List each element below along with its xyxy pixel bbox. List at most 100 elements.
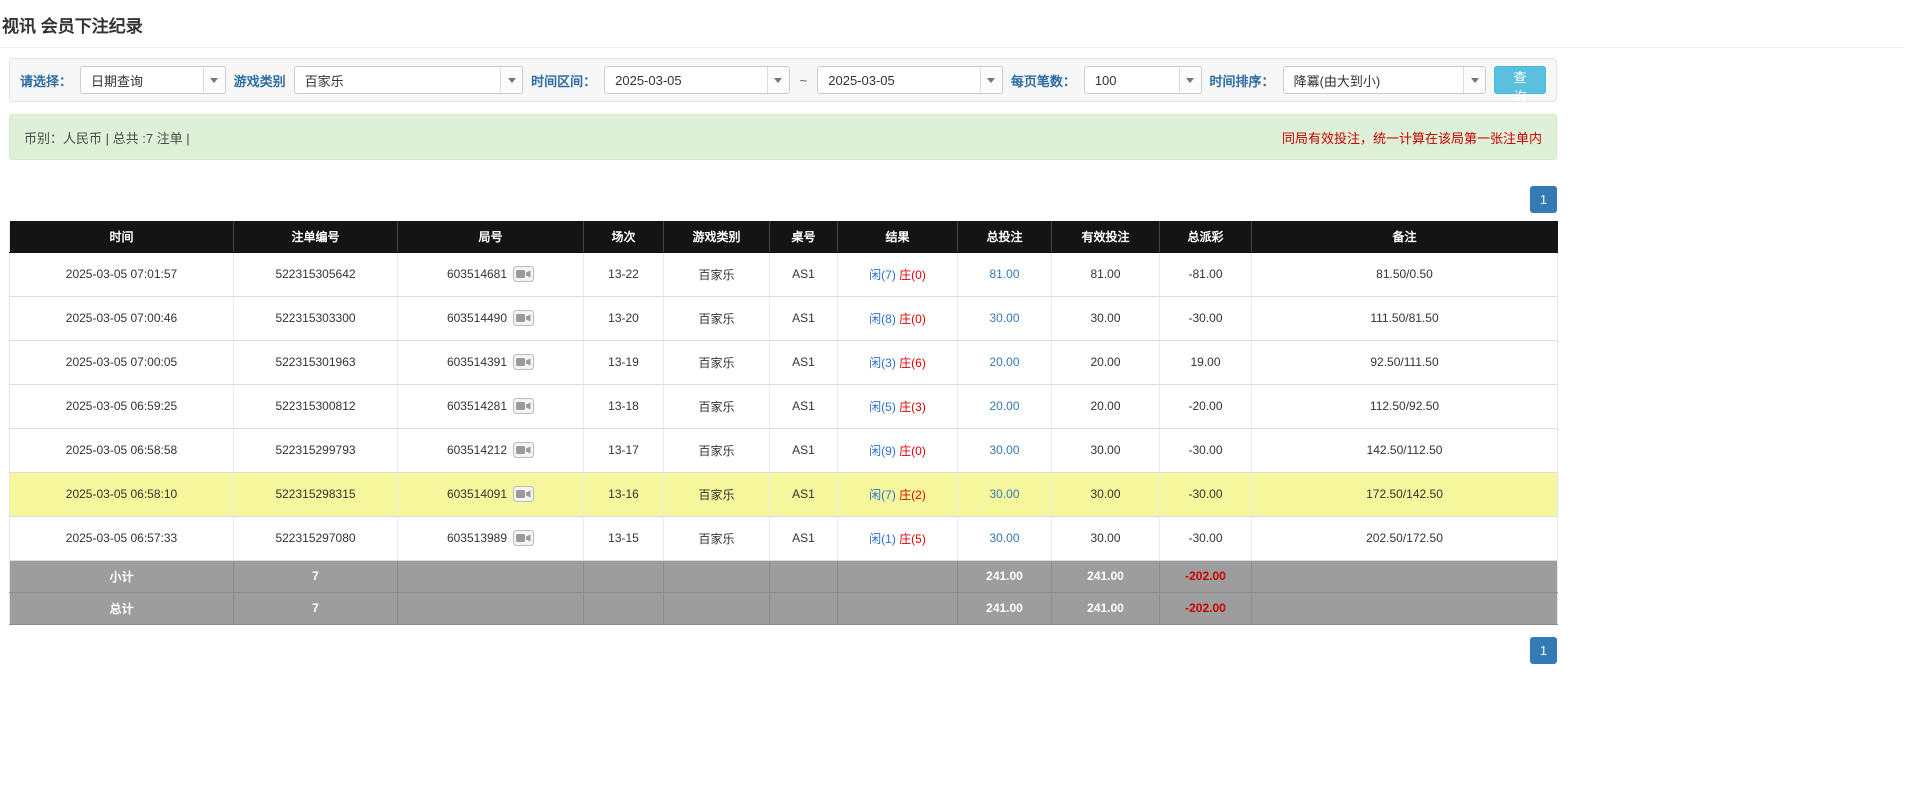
total-bet-link[interactable]: 30.00 [989, 487, 1019, 501]
page-button-1[interactable]: 1 [1530, 637, 1557, 664]
cell-round: 603514391 [398, 340, 584, 384]
total-label: 总计 [10, 592, 234, 624]
cell-total-bet: 30.00 [958, 516, 1052, 560]
cell-payout: -30.00 [1160, 516, 1252, 560]
header-result: 结果 [838, 221, 958, 252]
video-replay-icon[interactable] [513, 266, 534, 282]
cell-note: 202.50/172.50 [1252, 516, 1558, 560]
cell-session: 13-17 [584, 428, 664, 472]
game-type-select[interactable]: 百家乐 [294, 66, 523, 94]
page-size-value: 100 [1085, 67, 1179, 93]
page-button-1[interactable]: 1 [1530, 186, 1557, 213]
cell-round: 603514281 [398, 384, 584, 428]
cell-session: 13-19 [584, 340, 664, 384]
subtotal-empty [1252, 560, 1558, 592]
round-id: 603514681 [447, 267, 507, 281]
result-banker: 庄(0) [899, 268, 926, 282]
result-banker: 庄(2) [899, 488, 926, 502]
cell-game-type: 百家乐 [664, 516, 770, 560]
cell-round: 603514681 [398, 252, 584, 296]
query-type-select[interactable]: 日期查询 [80, 66, 226, 94]
cell-note: 112.50/92.50 [1252, 384, 1558, 428]
result-player: 闲(9) [869, 444, 896, 458]
total-bet-link[interactable]: 81.00 [989, 267, 1019, 281]
pagination-top: 1 [9, 186, 1557, 213]
chevron-down-icon[interactable] [1179, 67, 1201, 93]
subtotal-payout: -202.00 [1160, 560, 1252, 592]
cell-table-no: AS1 [770, 384, 838, 428]
cell-note: 172.50/142.50 [1252, 472, 1558, 516]
round-id: 603514490 [447, 311, 507, 325]
total-bet-link[interactable]: 30.00 [989, 531, 1019, 545]
result-player: 闲(7) [869, 488, 896, 502]
chevron-down-icon[interactable] [767, 67, 789, 93]
header-note: 备注 [1252, 221, 1558, 252]
total-empty [584, 592, 664, 624]
cell-payout: -30.00 [1160, 428, 1252, 472]
cell-game-type: 百家乐 [664, 428, 770, 472]
cell-table-no: AS1 [770, 340, 838, 384]
table-row[interactable]: 2025-03-05 07:01:57 522315305642 6035146… [10, 252, 1558, 296]
cell-result: 闲(7) 庄(2) [838, 472, 958, 516]
video-replay-icon[interactable] [513, 354, 534, 370]
pagination-bottom: 1 [9, 637, 1557, 664]
cell-time: 2025-03-05 07:00:05 [10, 340, 234, 384]
table-row[interactable]: 2025-03-05 07:00:05 522315301963 6035143… [10, 340, 1558, 384]
cell-valid-bet: 30.00 [1052, 428, 1160, 472]
total-bet-link[interactable]: 30.00 [989, 311, 1019, 325]
table-body: 2025-03-05 07:01:57 522315305642 6035146… [10, 252, 1558, 560]
page-size-select[interactable]: 100 [1084, 66, 1202, 94]
cell-table-no: AS1 [770, 516, 838, 560]
video-replay-icon[interactable] [513, 310, 534, 326]
chevron-down-icon[interactable] [980, 67, 1002, 93]
total-bet-link[interactable]: 30.00 [989, 443, 1019, 457]
subtotal-label: 小计 [10, 560, 234, 592]
table-row[interactable]: 2025-03-05 07:00:46 522315303300 6035144… [10, 296, 1558, 340]
total-total-bet: 241.00 [958, 592, 1052, 624]
cell-payout: -30.00 [1160, 472, 1252, 516]
video-replay-icon[interactable] [513, 486, 534, 502]
video-replay-icon[interactable] [513, 442, 534, 458]
result-player: 闲(3) [869, 356, 896, 370]
date-to-select[interactable]: 2025-03-05 [817, 66, 1003, 94]
result-player: 闲(5) [869, 400, 896, 414]
table-row[interactable]: 2025-03-05 06:58:10 522315298315 6035140… [10, 472, 1558, 516]
date-to-value: 2025-03-05 [818, 67, 980, 93]
chevron-down-icon[interactable] [500, 67, 522, 93]
cell-time: 2025-03-05 06:58:58 [10, 428, 234, 472]
date-from-select[interactable]: 2025-03-05 [604, 66, 790, 94]
video-replay-icon[interactable] [513, 530, 534, 546]
records-table: 时间 注单编号 局号 场次 游戏类别 桌号 结果 总投注 有效投注 总派彩 备注… [9, 221, 1558, 625]
table-row[interactable]: 2025-03-05 06:57:33 522315297080 6035139… [10, 516, 1558, 560]
video-replay-icon[interactable] [513, 398, 534, 414]
sort-order-select[interactable]: 降冪(由大到小) [1283, 66, 1487, 94]
table-row[interactable]: 2025-03-05 06:59:25 522315300812 6035142… [10, 384, 1558, 428]
header-table-no: 桌号 [770, 221, 838, 252]
cell-time: 2025-03-05 06:58:10 [10, 472, 234, 516]
result-banker: 庄(0) [899, 312, 926, 326]
cell-game-type: 百家乐 [664, 296, 770, 340]
table-row[interactable]: 2025-03-05 06:58:58 522315299793 6035142… [10, 428, 1558, 472]
cell-session: 13-16 [584, 472, 664, 516]
total-valid-bet: 241.00 [1052, 592, 1160, 624]
range-separator: ~ [798, 73, 810, 88]
round-id: 603514212 [447, 443, 507, 457]
content-container: 请选择： 日期查询 游戏类别 百家乐 时间区间： 2025-03-05 ~ 20… [9, 58, 1557, 664]
search-button[interactable]: 查询 [1494, 66, 1546, 94]
chevron-down-icon[interactable] [1463, 67, 1485, 93]
game-type-label: 游戏类别 [234, 71, 286, 90]
round-id: 603514391 [447, 355, 507, 369]
total-count: 7 [234, 592, 398, 624]
total-empty [664, 592, 770, 624]
cell-round: 603514212 [398, 428, 584, 472]
subtotal-count: 7 [234, 560, 398, 592]
chevron-down-icon[interactable] [203, 67, 225, 93]
total-bet-link[interactable]: 20.00 [989, 355, 1019, 369]
total-bet-link[interactable]: 20.00 [989, 399, 1019, 413]
page-size-label: 每页笔数： [1011, 71, 1076, 90]
currency-summary-text: 币别：人民币 | 总共 :7 注单 | [24, 128, 190, 147]
result-player: 闲(7) [869, 268, 896, 282]
cell-bet-id: 522315300812 [234, 384, 398, 428]
cell-note: 81.50/0.50 [1252, 252, 1558, 296]
cell-table-no: AS1 [770, 296, 838, 340]
